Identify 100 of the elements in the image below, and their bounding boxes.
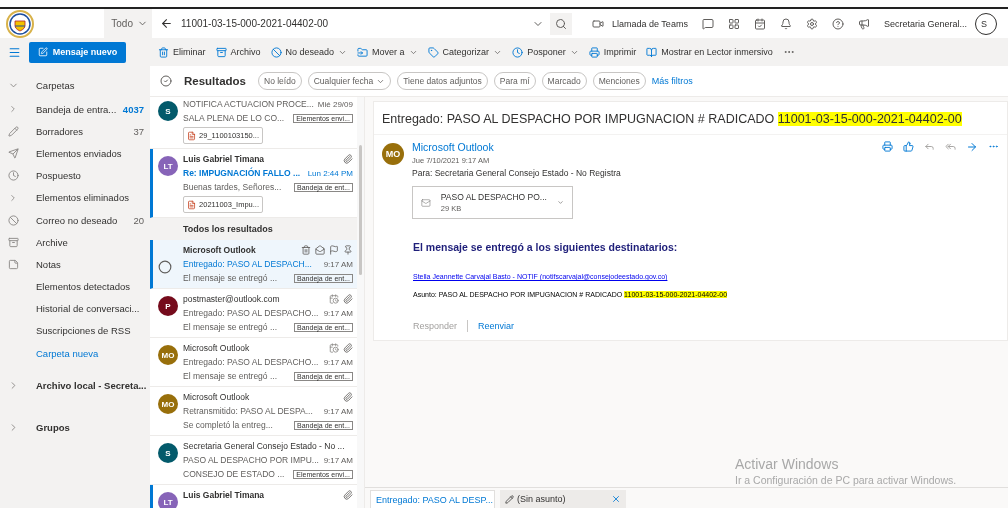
menu-icon[interactable]	[8, 45, 21, 59]
action-link[interactable]: Reenviar	[478, 321, 515, 331]
seal-logo	[6, 9, 34, 38]
envelope-icon[interactable]	[315, 245, 325, 255]
message-preview: Se completó la entreg...	[183, 420, 274, 430]
toolbar-button[interactable]: Posponer	[512, 46, 579, 58]
teams-call-button[interactable]: Llamada de Teams	[592, 17, 688, 30]
close-icon[interactable]	[611, 494, 621, 504]
recipient-line: Para: Secretaria General Consejo Estado - No Registra	[412, 168, 622, 178]
avatar: LT	[158, 156, 178, 176]
grid-icon[interactable]	[727, 17, 740, 30]
flag-icon[interactable]	[329, 245, 339, 255]
help-icon[interactable]	[831, 17, 844, 30]
calendar-check-icon[interactable]	[753, 17, 766, 30]
back-arrow-icon[interactable]	[160, 17, 173, 30]
toolbar-button[interactable]: Mover a	[357, 46, 418, 58]
chat-icon[interactable]	[701, 17, 714, 30]
message-preview: El mensaje se entregó ...	[183, 273, 279, 283]
message-tab[interactable]: (Sin asunto)	[500, 490, 626, 508]
clock-icon	[8, 170, 19, 182]
bell-icon[interactable]	[779, 17, 792, 30]
filter-chip[interactable]: Para mí	[493, 72, 536, 90]
sender-link[interactable]: Microsoft Outlook	[412, 141, 874, 153]
toolbar-button[interactable]: Categorizar	[427, 46, 503, 58]
thumbs-up-icon[interactable]	[903, 141, 914, 152]
video-camera-icon	[592, 17, 604, 30]
new-message-button[interactable]: Mensaje nuevo	[29, 41, 126, 63]
folder-group-header[interactable]: Archivo local - Secreta...	[0, 374, 150, 397]
send-icon	[8, 147, 19, 159]
folder-item[interactable]: Elementos detectados	[0, 275, 150, 298]
sender-name: Luis Gabriel Timana	[183, 490, 266, 500]
filter-chip[interactable]: No leído	[258, 72, 302, 90]
more-filters-link[interactable]: Más filtros	[651, 76, 693, 86]
body-heading: El mensaje se entregó a los siguientes destinatarios:	[413, 241, 679, 253]
pdf-file-icon	[187, 199, 197, 210]
message-time: 9:17 AM	[323, 259, 353, 269]
message-title: Entregado: PASO AL DESPACHO POR IMPUGNACION # RADICADO 11001-03-15-000-2021-04402-00	[374, 102, 1007, 135]
avatar: MO	[158, 345, 178, 365]
message-subject: Entregado: PASO AL DESPACHO...	[183, 308, 320, 318]
folder-item[interactable]: Historial de conversaci...	[0, 297, 150, 320]
folder-item[interactable]: Archive	[0, 231, 150, 254]
sender-name: Secretaria General Consejo Estado - No ...	[183, 441, 346, 451]
folder-item[interactable]: Suscripciones de RSS	[0, 319, 150, 343]
toolbar-button[interactable]: Mostrar en Lector inmersivo	[646, 46, 773, 58]
folder-group-header[interactable]: Grupos	[0, 416, 150, 439]
search-field[interactable]: 11001-03-15-000-2021-04402-00	[179, 17, 526, 30]
folder-group-header[interactable]: Carpetas	[0, 72, 150, 98]
message-subject: NOTIFICA ACTUACION PROCE...	[183, 99, 314, 109]
message-preview: El mensaje se entregó ...	[183, 371, 279, 381]
pin-icon[interactable]	[343, 245, 353, 255]
trash-icon[interactable]	[301, 245, 311, 255]
folder-move-icon	[357, 46, 369, 58]
filter-chip[interactable]: Marcado	[541, 72, 587, 90]
select-circle-icon[interactable]	[158, 260, 172, 274]
chevron-right-icon	[8, 104, 18, 115]
toolbar-button[interactable]: No deseado	[270, 46, 348, 58]
toolbar-button[interactable]: Eliminar	[158, 46, 206, 58]
folder-item[interactable]: Correo no deseado 20	[0, 208, 150, 232]
avatar: S	[158, 443, 178, 463]
folder-item[interactable]: Pospuesto	[0, 164, 150, 187]
message-tab[interactable]: Entregado: PASO AL DESP...	[370, 490, 495, 508]
forward-icon[interactable]	[966, 141, 978, 153]
scope-dropdown[interactable]: Todo	[104, 9, 152, 38]
avatar: MO	[158, 394, 178, 414]
scrollbar[interactable]	[357, 97, 364, 508]
megaphone-icon[interactable]	[857, 17, 870, 30]
filter-chip[interactable]: Menciones	[592, 72, 646, 90]
message-preview: SALA PLENA DE LO CO...	[183, 113, 286, 123]
filter-chip[interactable]: Cualquier fecha	[307, 72, 392, 90]
chevron-right-icon	[8, 192, 18, 203]
filter-chip[interactable]: Tiene datos adjuntos	[397, 72, 488, 90]
attachment-name: PASO AL DESPACHO PO...	[440, 192, 547, 202]
message-time: Lun 2:44 PM	[307, 168, 353, 178]
archive-icon	[215, 46, 227, 58]
new-folder-link[interactable]: Carpeta nueva	[0, 342, 150, 365]
pdf-file-icon	[187, 130, 197, 141]
folder-item[interactable]: Elementos enviados	[0, 142, 150, 165]
settings-icon[interactable]	[805, 17, 818, 30]
folder-item[interactable]: Elementos eliminados	[0, 186, 150, 209]
toolbar-button[interactable]: Archivo	[215, 46, 261, 58]
folder-item[interactable]: Borradores 37	[0, 120, 150, 143]
book-icon	[646, 46, 658, 58]
toolbar-button[interactable]: Imprimir	[588, 46, 637, 58]
select-all-icon[interactable]	[160, 75, 172, 87]
printer-icon[interactable]	[882, 141, 893, 152]
account-name[interactable]: Secretaria General...	[883, 18, 967, 29]
compose-icon	[37, 47, 48, 57]
pencil-icon	[505, 494, 514, 504]
reply-icon[interactable]	[924, 141, 935, 152]
folder-item[interactable]: Notas	[0, 253, 150, 276]
folder-item[interactable]: Bandeja de entra... 4037	[0, 98, 150, 121]
message-time: 9:17 AM	[323, 308, 353, 318]
message-subject: Entregado: PASO AL DESPACH...	[183, 259, 313, 269]
reply-all-icon[interactable]	[945, 141, 956, 152]
message-time: 9:17 AM	[323, 406, 353, 416]
search-button[interactable]	[550, 12, 572, 35]
sender-name: Luis Gabriel Timana	[183, 154, 266, 164]
message-subject: Entregado: PASO AL DESPACHO...	[183, 357, 320, 367]
section-heading: Todos los resultados	[150, 218, 357, 240]
blocked-icon	[270, 46, 282, 58]
